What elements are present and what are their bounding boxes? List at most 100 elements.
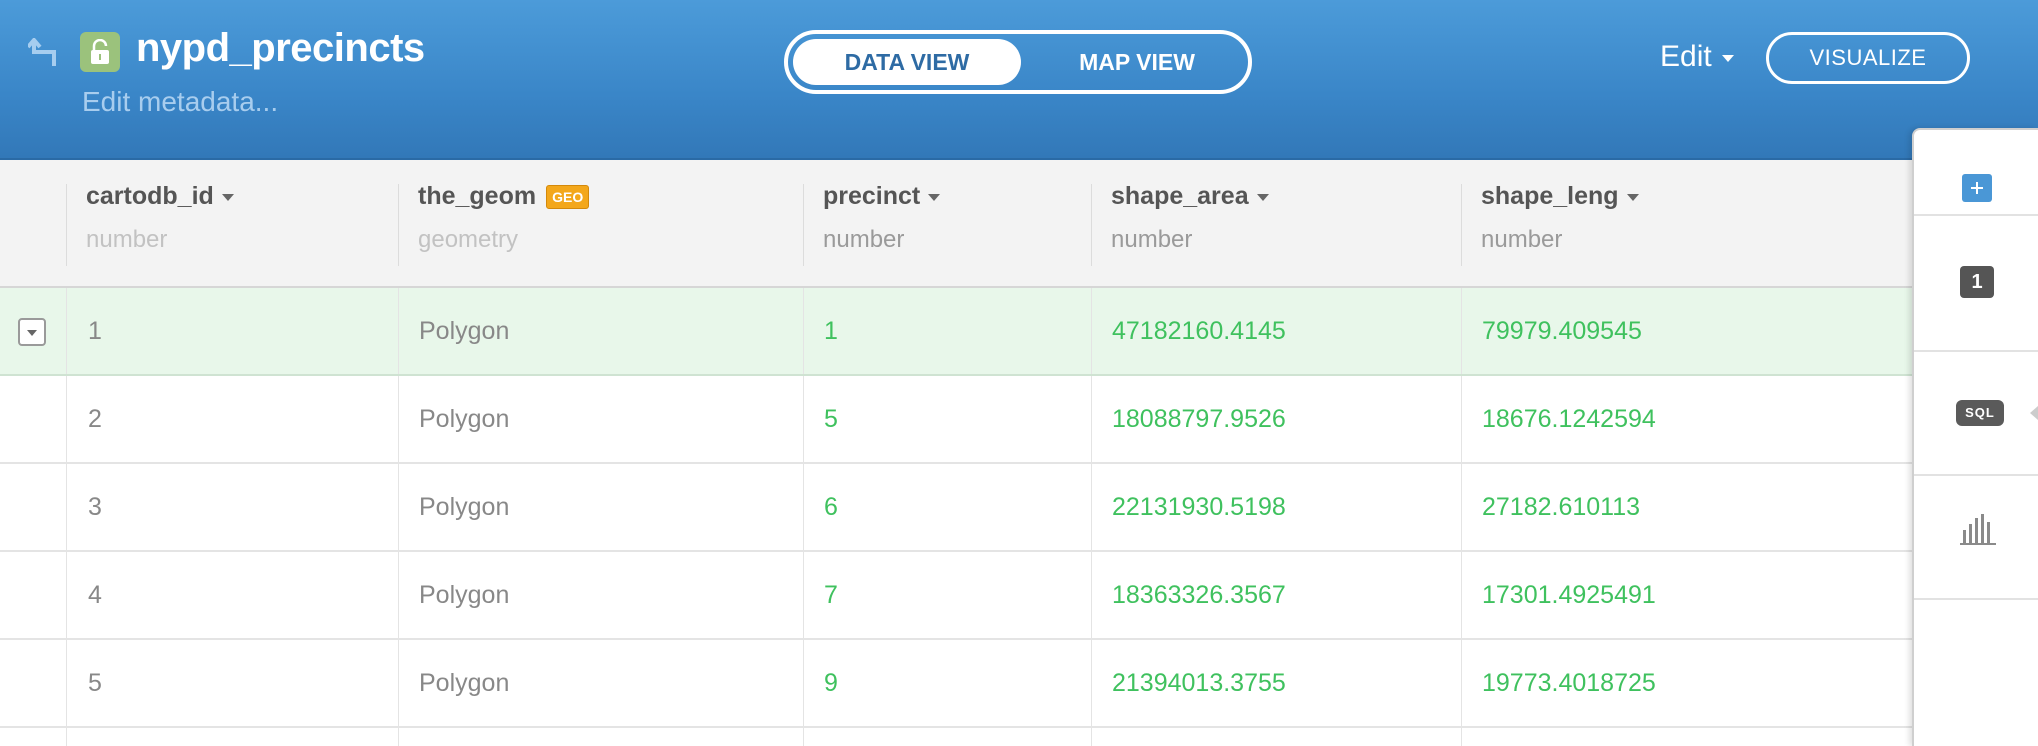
table-row[interactable]: 2 Polygon 5 18088797.9526 18676.1242594: [0, 376, 1912, 464]
cell-the-geom[interactable]: Polygon: [419, 376, 509, 462]
table-header-row: cartodb_id number the_geom GEO geometry p…: [0, 160, 1912, 288]
cell-the-geom[interactable]: Polygon: [419, 288, 509, 374]
cell-precinct[interactable]: 9: [824, 640, 838, 726]
unlock-icon[interactable]: [80, 32, 120, 72]
cell-divider: [398, 376, 399, 462]
add-icon[interactable]: [1962, 174, 1992, 202]
cell-divider: [1091, 464, 1092, 550]
chevron-down-icon[interactable]: [928, 193, 941, 201]
tab-map-view[interactable]: MAP VIEW: [1026, 39, 1248, 85]
cell-the-geom[interactable]: Polygon: [419, 464, 509, 550]
cell-divider: [1091, 376, 1092, 462]
cell-shape-area[interactable]: 21394013.3755: [1112, 640, 1286, 726]
filter-count-badge[interactable]: 1: [1960, 266, 1994, 298]
column-header-the-geom[interactable]: the_geom GEO geometry: [398, 160, 803, 288]
cell-shape-area[interactable]: 47182160.4145: [1112, 288, 1286, 374]
cell-divider: [66, 728, 67, 746]
cell-cartodb-id[interactable]: 2: [88, 376, 102, 462]
cell-shape-leng[interactable]: 27182.610113: [1482, 464, 1640, 550]
cell-divider: [1461, 552, 1462, 638]
cell-divider: [66, 288, 67, 374]
cell-divider: [1091, 640, 1092, 726]
column-name-text: precinct: [823, 182, 921, 210]
cell-divider: [803, 552, 804, 638]
sql-icon[interactable]: SQL: [1956, 400, 2004, 426]
table-header-bar: nypd_precincts Edit metadata... DATA VIE…: [0, 0, 2038, 160]
cell-the-geom[interactable]: Polygon: [419, 552, 509, 638]
panel-section-add: [1914, 130, 2038, 216]
edit-metadata-link[interactable]: Edit metadata...: [82, 86, 278, 118]
cell-divider: [803, 728, 804, 746]
cell-shape-leng[interactable]: 17301.4925491: [1482, 552, 1656, 638]
table-row[interactable]: 3 Polygon 6 22131930.5198 27182.610113: [0, 464, 1912, 552]
column-type[interactable]: number: [1111, 226, 1192, 254]
table-row[interactable]: 1 Polygon 1 47182160.4145 79979.409545: [0, 288, 1912, 376]
right-tools-panel: 1 SQL: [1912, 128, 2038, 746]
column-header-precinct[interactable]: precinct number: [803, 160, 1091, 288]
chevron-left-icon: [2030, 406, 2038, 420]
column-type[interactable]: number: [823, 226, 904, 254]
column-type[interactable]: geometry: [418, 226, 518, 254]
cell-divider: [803, 464, 804, 550]
page: nypd_precincts Edit metadata... DATA VIE…: [0, 0, 2038, 746]
chevron-down-icon: [1721, 54, 1734, 62]
cell-divider: [1091, 552, 1092, 638]
chevron-down-icon[interactable]: [1626, 193, 1639, 201]
cell-divider: [803, 640, 804, 726]
column-name-text: the_geom: [418, 182, 537, 210]
cell-shape-leng[interactable]: 19773.4018725: [1482, 640, 1656, 726]
chevron-down-icon[interactable]: [221, 193, 234, 201]
column-name[interactable]: the_geom GEO: [418, 182, 590, 211]
cell-divider: [66, 640, 67, 726]
cell-divider: [66, 552, 67, 638]
visualize-button[interactable]: VISUALIZE: [1766, 32, 1970, 84]
view-toggle: DATA VIEW MAP VIEW: [784, 30, 1252, 94]
edit-menu-button[interactable]: Edit: [1660, 40, 1734, 74]
cell-divider: [1091, 288, 1092, 374]
table-row[interactable]: [0, 728, 1912, 746]
column-type[interactable]: number: [86, 226, 167, 254]
column-name[interactable]: cartodb_id: [86, 182, 234, 211]
column-name[interactable]: precinct: [823, 182, 941, 211]
cell-divider: [803, 376, 804, 462]
table-row[interactable]: 5 Polygon 9 21394013.3755 19773.4018725: [0, 640, 1912, 728]
cell-precinct[interactable]: 6: [824, 464, 838, 550]
cell-divider: [1461, 376, 1462, 462]
table-title[interactable]: nypd_precincts: [136, 26, 425, 71]
cell-precinct[interactable]: 7: [824, 552, 838, 638]
table-row[interactable]: 4 Polygon 7 18363326.3567 17301.4925491: [0, 552, 1912, 640]
column-type[interactable]: number: [1481, 226, 1562, 254]
cell-shape-area[interactable]: 18363326.3567: [1112, 552, 1286, 638]
bar-chart-icon[interactable]: [1958, 512, 1998, 546]
column-header-shape-leng[interactable]: shape_leng number: [1461, 160, 1901, 288]
cell-the-geom[interactable]: Polygon: [419, 640, 509, 726]
row-options-button[interactable]: [18, 318, 46, 346]
cell-divider: [398, 288, 399, 374]
cell-shape-leng[interactable]: 79979.409545: [1482, 288, 1642, 374]
edit-menu-label: Edit: [1660, 40, 1712, 73]
geo-badge: GEO: [546, 185, 590, 210]
cell-divider: [1461, 640, 1462, 726]
cell-precinct[interactable]: 5: [824, 376, 838, 462]
cell-cartodb-id[interactable]: 1: [88, 288, 102, 374]
column-header-cartodb-id[interactable]: cartodb_id number: [66, 160, 398, 288]
cell-cartodb-id[interactable]: 4: [88, 552, 102, 638]
cell-precinct[interactable]: 1: [824, 288, 838, 374]
column-name-text: shape_leng: [1481, 182, 1619, 210]
column-name[interactable]: shape_area: [1111, 182, 1269, 211]
cell-divider: [66, 464, 67, 550]
chevron-down-icon[interactable]: [1256, 193, 1269, 201]
cell-shape-area[interactable]: 18088797.9526: [1112, 376, 1286, 462]
cell-divider: [66, 376, 67, 462]
cell-shape-leng[interactable]: 18676.1242594: [1482, 376, 1656, 462]
cell-divider: [398, 640, 399, 726]
tab-data-view[interactable]: DATA VIEW: [793, 39, 1021, 85]
cell-divider: [1091, 728, 1092, 746]
column-header-shape-area[interactable]: shape_area number: [1091, 160, 1461, 288]
cell-cartodb-id[interactable]: 3: [88, 464, 102, 550]
cell-cartodb-id[interactable]: 5: [88, 640, 102, 726]
back-arrow-icon[interactable]: [28, 38, 62, 68]
table-body: 1 Polygon 1 47182160.4145 79979.409545 2…: [0, 288, 1912, 746]
cell-shape-area[interactable]: 22131930.5198: [1112, 464, 1286, 550]
column-name[interactable]: shape_leng: [1481, 182, 1639, 211]
